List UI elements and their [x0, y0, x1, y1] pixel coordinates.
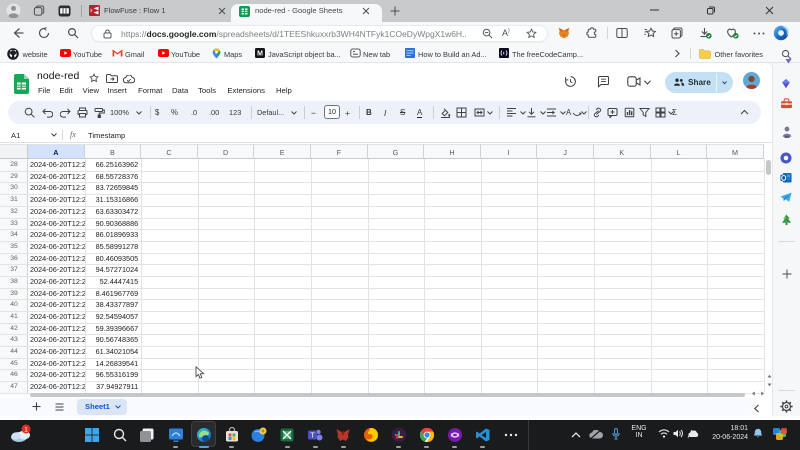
svg-text:1: 1 — [24, 426, 28, 433]
svg-text:T: T — [311, 433, 316, 440]
svg-text:M: M — [257, 51, 263, 58]
